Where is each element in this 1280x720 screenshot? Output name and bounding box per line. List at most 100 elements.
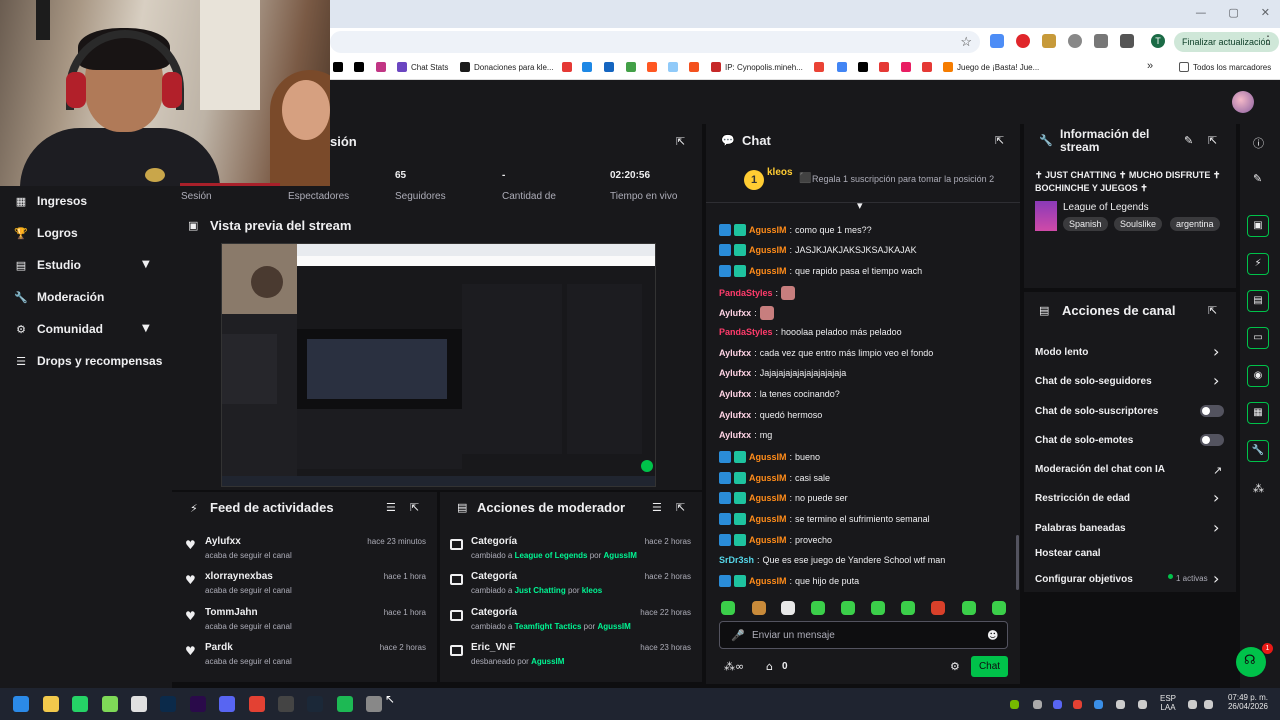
chat-username[interactable]: AgussIM (749, 225, 787, 235)
tray-usb-icon[interactable] (1116, 700, 1125, 709)
store-icon[interactable]: ⌂ (766, 660, 773, 673)
bookmark-item[interactable]: Donaciones para kle... (460, 62, 554, 72)
category-name[interactable]: League of Legends (1063, 202, 1149, 213)
bookmark-item[interactable] (582, 62, 592, 72)
bookmark-star-icon[interactable]: ☆ (960, 34, 972, 50)
discord-icon[interactable] (219, 696, 235, 712)
bookmark-item[interactable] (333, 62, 343, 72)
bookmark-item[interactable]: Chat Stats (397, 62, 448, 72)
quick-emote-icon[interactable] (962, 601, 976, 615)
sidebar-item-comunidad[interactable]: ⚙ Comunidad (14, 320, 103, 338)
maximize-button[interactable]: ▢ (1228, 6, 1238, 19)
chat-filter-icon[interactable]: ▾ (857, 199, 863, 212)
bookmark-item[interactable] (814, 62, 824, 72)
windows-start-icon[interactable] (13, 696, 29, 712)
tag-spanish[interactable]: Spanish (1063, 217, 1108, 231)
activity-user[interactable]: Pardk (205, 642, 233, 653)
minimize-button[interactable]: — (1195, 6, 1206, 19)
channel-action-hostear-canal[interactable]: Hostear canal (1035, 548, 1101, 559)
whatsapp-icon[interactable] (72, 696, 88, 712)
channel-action-configurar-objetivos[interactable]: Configurar objetivos (1035, 574, 1133, 585)
chat-message[interactable]: AgussIM: provecho (719, 534, 832, 546)
chat-message[interactable]: AgussIM: bueno (719, 451, 820, 463)
chat-username[interactable]: SrDr3sh (719, 555, 754, 565)
popout-icon[interactable]: ⇱ (1208, 134, 1217, 147)
chat-message[interactable]: AgussIM: se termino el sufrimiento semana… (719, 513, 930, 525)
tray-chrome-icon[interactable] (1073, 700, 1082, 709)
tray-network-icon[interactable] (1188, 700, 1197, 709)
top-gifter-name[interactable]: kleos (767, 167, 793, 178)
bookmark-item[interactable] (604, 62, 614, 72)
toolbar-points-icon[interactable]: ⁂ (1253, 482, 1264, 495)
tag-argentina[interactable]: argentina (1170, 217, 1220, 231)
extension-globe-icon[interactable] (1068, 34, 1082, 48)
sidebar-item-estudio[interactable]: ▤ Estudio (14, 256, 81, 274)
bookmark-item[interactable] (668, 62, 678, 72)
chevron-down-icon[interactable]: ▼ (142, 323, 150, 334)
bookmark-item[interactable]: IP: Cynopolis.mineh... (711, 62, 803, 72)
tray-nvidia-icon[interactable] (1010, 700, 1019, 709)
extension-mask-icon[interactable] (1094, 34, 1108, 48)
mod-action-user[interactable]: AgussIM (604, 551, 637, 560)
mod-action-user[interactable]: kleos (582, 586, 602, 595)
mod-action-target[interactable]: Just Chatting (515, 586, 566, 595)
chevron-right-icon[interactable]: › (1213, 569, 1219, 588)
channel-action-restricci-n-de-edad[interactable]: Restricción de edad (1035, 493, 1130, 504)
bookmark-item[interactable] (879, 62, 889, 72)
sidebar-item-ingresos[interactable]: ▦ Ingresos (14, 192, 87, 210)
extension-icon[interactable] (1042, 34, 1056, 48)
activity-user[interactable]: Aylufxx (205, 536, 241, 547)
premiere-icon[interactable] (190, 696, 206, 712)
tray-steam-icon[interactable] (1033, 700, 1042, 709)
chat-username[interactable]: Aylufxx (719, 308, 751, 318)
quick-emote-icon[interactable] (841, 601, 855, 615)
chat-message[interactable]: SrDr3sh: Que es ese juego de Yandere Scho… (719, 555, 945, 565)
channel-action-modo-lento[interactable]: Modo lento (1035, 347, 1088, 358)
bookmark-item[interactable] (922, 62, 932, 72)
emote-picker-icon[interactable]: ☻ (987, 629, 998, 642)
toolbar-clip-button[interactable]: ▣ (1247, 215, 1269, 237)
popout-icon[interactable]: ⇱ (676, 135, 685, 148)
tray-mic-icon[interactable] (1138, 700, 1147, 709)
chat-username[interactable]: Aylufxx (719, 368, 751, 378)
chat-username[interactable]: PandaStyles (719, 288, 773, 298)
browser-profile-avatar[interactable]: T (1151, 34, 1165, 48)
chat-username[interactable]: AgussIM (749, 452, 787, 462)
edit-icon[interactable]: ✎ (1253, 172, 1262, 185)
chat-username[interactable]: AgussIM (749, 514, 787, 524)
chat-message[interactable]: Aylufxx: (719, 306, 774, 320)
chevron-right-icon[interactable]: › (1213, 371, 1219, 390)
chat-message[interactable]: Aylufxx: la tenes cocinando? (719, 389, 840, 399)
chat-message[interactable]: Aylufxx: mg (719, 430, 772, 440)
chat-username[interactable]: PandaStyles (719, 327, 773, 337)
sidebar-item-logros[interactable]: 🏆 Logros (14, 224, 78, 242)
popout-icon[interactable]: ⇱ (1208, 304, 1217, 317)
input-language[interactable]: ESP LAA (1158, 694, 1178, 712)
filter-icon[interactable]: ☰ (652, 501, 662, 514)
bluestacks-icon[interactable] (102, 696, 118, 712)
sidebar-item-drops[interactable]: ☰ Drops y recompensas (14, 352, 162, 370)
all-bookmarks-folder[interactable]: Todos los marcadores (1179, 62, 1271, 72)
quick-emote-icon[interactable] (992, 601, 1006, 615)
tray-discord-icon[interactable] (1053, 700, 1062, 709)
chevron-down-icon[interactable]: ▼ (142, 259, 150, 270)
system-clock[interactable]: 07:49 p. m. 26/04/2026 (1224, 693, 1272, 711)
chat-message[interactable]: Aylufxx: quedó hermoso (719, 410, 822, 420)
bookmark-item[interactable] (562, 62, 572, 72)
bookmark-item[interactable] (626, 62, 636, 72)
quick-emote-icon[interactable] (721, 601, 735, 615)
chat-message[interactable]: AgussIM: que rapido pasa el tiempo wach (719, 265, 922, 277)
more-bookmarks-chevron-icon[interactable]: » (1147, 60, 1153, 72)
gift-sub-prompt[interactable]: Regala 1 suscripción para tomar la posic… (812, 174, 994, 184)
bookmark-item[interactable] (647, 62, 657, 72)
chat-username[interactable]: AgussIM (749, 535, 787, 545)
quick-emote-icon[interactable] (931, 601, 945, 615)
chat-username[interactable]: AgussIM (749, 266, 787, 276)
close-window-button[interactable]: ✕ (1261, 6, 1270, 19)
toolbar-list-button[interactable]: ▤ (1247, 290, 1269, 312)
tray-volume-icon[interactable] (1204, 700, 1213, 709)
toolbar-broadcast-button[interactable]: ◉ (1247, 365, 1269, 387)
bookmark-item[interactable] (354, 62, 364, 72)
mod-action-target[interactable]: Teamfight Tactics (515, 622, 582, 631)
chevron-right-icon[interactable]: › (1213, 518, 1219, 537)
